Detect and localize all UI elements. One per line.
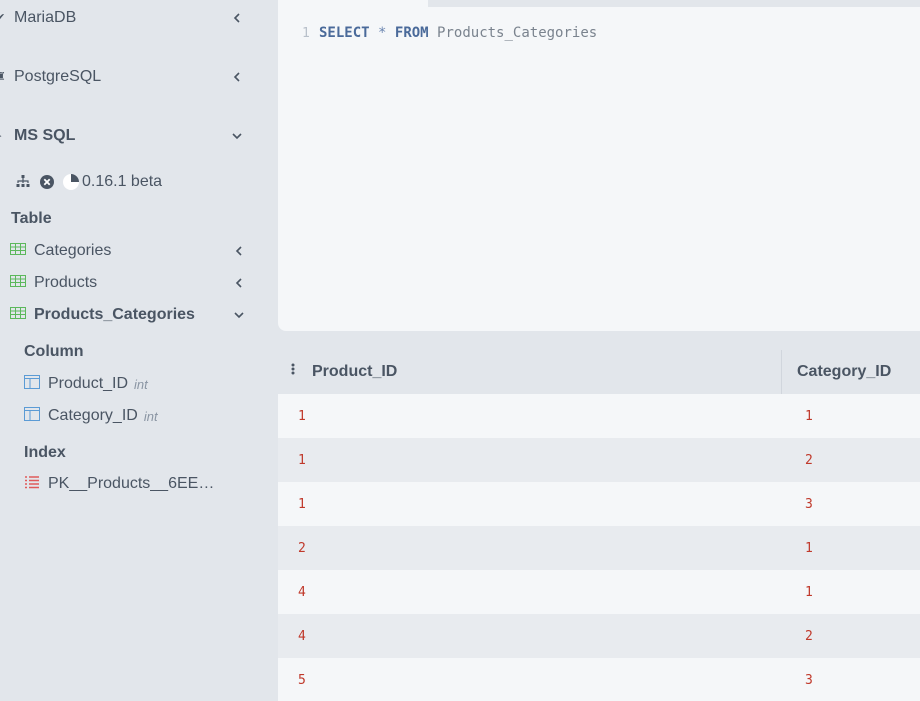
cell-category-id[interactable]: 1 bbox=[782, 541, 920, 556]
cell-product-id[interactable]: 1 bbox=[278, 497, 782, 512]
cell-product-id[interactable]: 2 bbox=[278, 541, 782, 556]
table-label: Products_Categories bbox=[34, 306, 195, 323]
db-label: MariaDB bbox=[14, 9, 77, 26]
cell-category-id[interactable]: 1 bbox=[782, 585, 920, 600]
code-line-1[interactable]: 1 SELECT * FROM Products_Categories bbox=[302, 25, 597, 41]
mssql-icon: ▸ bbox=[0, 129, 6, 143]
table-identifier: Products_Categories bbox=[437, 25, 598, 41]
db-item-mssql[interactable]: ▸ MS SQL bbox=[0, 121, 259, 151]
schema-diagram-icon[interactable] bbox=[14, 173, 32, 191]
cell-product-id[interactable]: 5 bbox=[278, 673, 782, 688]
table-item-categories[interactable]: Categories bbox=[10, 239, 250, 263]
column-type: int bbox=[134, 376, 148, 392]
header-label: Product_ID bbox=[312, 363, 398, 380]
table-label: Categories bbox=[34, 242, 112, 259]
index-list-icon bbox=[24, 474, 40, 495]
mariadb-icon: ✔ bbox=[0, 12, 6, 24]
column-section-title: Column bbox=[24, 343, 84, 360]
table-row[interactable]: 21 bbox=[278, 526, 920, 570]
postgresql-icon: ♜ bbox=[0, 71, 6, 83]
column-item-category-id[interactable]: Category_ID int bbox=[24, 404, 158, 428]
table-row[interactable]: 41 bbox=[278, 570, 920, 614]
cell-category-id[interactable]: 2 bbox=[782, 629, 920, 644]
column-header-product-id[interactable]: Product_ID bbox=[278, 350, 782, 394]
cell-category-id[interactable]: 1 bbox=[782, 409, 920, 424]
column-header-category-id[interactable]: Category_ID bbox=[782, 350, 920, 394]
table-section-title: Table bbox=[11, 210, 52, 227]
table-icon bbox=[10, 306, 26, 324]
chevron-left-icon[interactable] bbox=[231, 12, 243, 24]
table-icon bbox=[10, 242, 26, 260]
column-type: int bbox=[143, 408, 158, 424]
cell-product-id[interactable]: 4 bbox=[278, 585, 782, 600]
operator-star: * bbox=[378, 25, 387, 41]
table-row[interactable]: 11 bbox=[278, 394, 920, 438]
column-item-product-id[interactable]: Product_ID int bbox=[24, 372, 148, 396]
cell-product-id[interactable]: 4 bbox=[278, 629, 782, 644]
connection-toolbar: 0.16.1 beta bbox=[14, 170, 162, 194]
chevron-left-icon[interactable] bbox=[231, 71, 243, 83]
table-item-products-categories[interactable]: Products_Categories bbox=[10, 303, 250, 327]
keyword-select: SELECT bbox=[319, 25, 370, 41]
db-label: MS SQL bbox=[14, 127, 76, 144]
grid-body: 11 12 13 21 41 42 53 bbox=[278, 394, 920, 701]
cell-category-id[interactable]: 3 bbox=[782, 497, 920, 512]
db-label: PostgreSQL bbox=[14, 68, 102, 85]
keyword-from: FROM bbox=[394, 25, 429, 41]
cell-product-id[interactable]: 1 bbox=[278, 409, 782, 424]
chevron-left-icon[interactable] bbox=[233, 277, 245, 289]
table-label: Products bbox=[34, 274, 98, 291]
column-name: Category_ID bbox=[48, 407, 138, 424]
table-row[interactable]: 53 bbox=[278, 658, 920, 701]
table-row[interactable]: 13 bbox=[278, 482, 920, 526]
table-icon bbox=[10, 274, 26, 292]
db-item-mariadb[interactable]: ✔ MariaDB bbox=[0, 3, 259, 33]
column-icon bbox=[24, 406, 40, 426]
table-item-products[interactable]: Products bbox=[10, 271, 250, 295]
sql-editor[interactable] bbox=[278, 0, 920, 331]
sidebar: ✔ MariaDB ♜ PostgreSQL ▸ MS SQL bbox=[0, 0, 259, 701]
index-item-pk[interactable]: PK__Products__6EE… bbox=[24, 472, 214, 496]
table-row[interactable]: 12 bbox=[278, 438, 920, 482]
line-number: 1 bbox=[302, 25, 310, 41]
grid-header: Product_ID Category_ID bbox=[278, 350, 920, 394]
column-name: Product_ID bbox=[48, 375, 129, 392]
editor-tab-strip bbox=[428, 0, 920, 7]
chevron-down-icon[interactable] bbox=[233, 309, 245, 321]
results-grid: Product_ID Category_ID 11 12 13 21 41 42… bbox=[278, 350, 920, 701]
column-icon bbox=[24, 374, 40, 394]
version-label: 0.16.1 beta bbox=[82, 173, 163, 190]
index-name: PK__Products__6EE… bbox=[48, 475, 215, 492]
table-row[interactable]: 42 bbox=[278, 614, 920, 658]
db-item-postgresql[interactable]: ♜ PostgreSQL bbox=[0, 62, 259, 92]
kebab-menu-icon[interactable] bbox=[291, 363, 295, 377]
pie-chart-icon[interactable] bbox=[62, 173, 80, 191]
chevron-down-icon[interactable] bbox=[231, 130, 243, 142]
cell-category-id[interactable]: 2 bbox=[782, 453, 920, 468]
close-circle-icon[interactable] bbox=[38, 173, 56, 191]
cell-product-id[interactable]: 1 bbox=[278, 453, 782, 468]
cell-category-id[interactable]: 3 bbox=[782, 673, 920, 688]
header-label: Category_ID bbox=[797, 363, 892, 380]
chevron-left-icon[interactable] bbox=[233, 245, 245, 257]
index-section-title: Index bbox=[24, 444, 66, 461]
